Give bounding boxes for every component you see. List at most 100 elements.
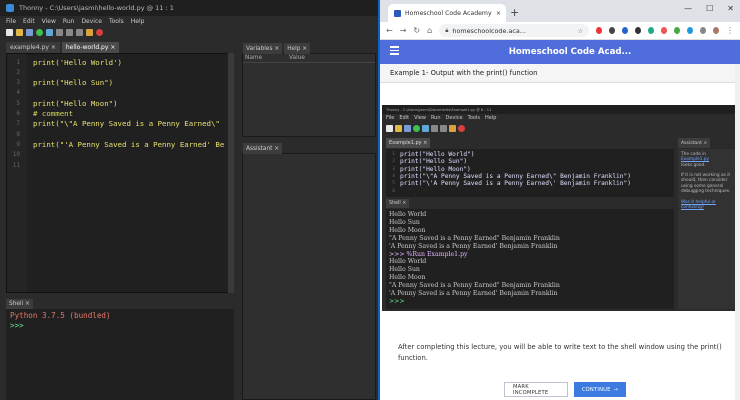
code-editor[interactable]: 1 print('Hello World') 2 3 print("Hello Sun"…	[6, 53, 234, 293]
line-number: 1	[16, 58, 20, 66]
open-file-icon[interactable]	[16, 29, 23, 36]
editor-scrollbar[interactable]	[228, 53, 234, 293]
extension-icon[interactable]	[622, 27, 629, 34]
embedded-shell: Hello World Hello Sun Hello Moon "A Penny S…	[386, 209, 674, 309]
home-icon[interactable]: ⌂	[427, 26, 432, 35]
embedded-editor: 1 print("Hello World") 2 print("Hello Sun")…	[386, 149, 674, 197]
mark-incomplete-button[interactable]: MARK INCOMPLETE	[504, 382, 568, 397]
shell-console[interactable]: Python 3.7.5 (bundled) >>>	[6, 309, 234, 400]
back-icon[interactable]: ←	[386, 26, 393, 35]
line-number: 7	[16, 120, 20, 128]
page-scrollbar[interactable]	[735, 64, 740, 400]
maximize-icon[interactable]: ☐	[706, 4, 713, 13]
line-number: 3	[392, 166, 395, 172]
editor-tabs: example4.py × hello-world.py ×	[6, 42, 120, 53]
menu-item-view[interactable]: View	[42, 18, 56, 25]
avatar[interactable]	[713, 27, 720, 34]
tab-hello-world[interactable]: hello-world.py ×	[61, 42, 120, 53]
site-title: Homeschool Code Acad...	[508, 47, 632, 57]
minimize-icon[interactable]: —	[684, 4, 692, 13]
embedded-assistant-panel: The code in Example1.py looks good. If it …	[678, 149, 736, 309]
continue-button[interactable]: CONTINUE →	[574, 382, 626, 397]
embedded-shell-line: Hello Sun	[389, 218, 420, 226]
extension-icon[interactable]	[674, 27, 681, 34]
menu-item-edit[interactable]: Edit	[23, 18, 35, 25]
continue-label: CONTINUE	[581, 386, 611, 393]
line-number: 4	[16, 89, 20, 97]
tab-assistant[interactable]: Assistant ×	[243, 143, 283, 154]
embedded-menu-item: Run	[430, 115, 441, 121]
close-tab-icon[interactable]: ×	[496, 10, 501, 17]
save-icon[interactable]	[26, 29, 33, 36]
thonny-window: Thonny - C:\Users\jasmi\hello-world.py @…	[0, 0, 378, 400]
code-text: print("\"A Penny Saved is a Penny Earned…	[33, 119, 220, 129]
browser-tab[interactable]: Homeschool Code Academy ×	[388, 4, 506, 22]
menu-item-run[interactable]: Run	[63, 18, 75, 25]
save-icon	[404, 124, 411, 132]
step-over-icon[interactable]	[56, 29, 63, 36]
line-number: 2	[16, 68, 20, 76]
run-icon	[413, 124, 420, 132]
embedded-shell-line: >>>	[389, 297, 405, 305]
line-number: 1	[392, 152, 395, 157]
line-number: 5	[392, 181, 395, 187]
close-window-icon[interactable]: ✕	[727, 4, 734, 13]
lock-icon: 🔒︎	[445, 26, 449, 34]
extension-icon[interactable]	[609, 27, 616, 34]
embedded-shell-line: 'A Penny Saved is a Penny Earned' Benjam…	[389, 242, 558, 250]
embedded-assistant-tab: Assistant ×	[678, 138, 711, 148]
extension-icon[interactable]	[596, 27, 603, 34]
tab-example4[interactable]: example4.py ×	[6, 42, 60, 53]
embedded-shell-line: "A Penny Saved is a Penny Earned" Benjam…	[389, 282, 560, 290]
step-into-icon[interactable]	[66, 29, 73, 36]
debug-icon[interactable]	[46, 29, 53, 36]
stop-icon[interactable]	[96, 29, 103, 36]
reload-icon[interactable]: ↻	[413, 26, 420, 35]
code-text: # comment	[33, 109, 74, 118]
assistant-tabs: Assistant ×	[243, 143, 283, 154]
extensions-puzzle-icon[interactable]	[700, 27, 707, 34]
forward-icon[interactable]: →	[400, 26, 407, 35]
code-text: print("Hello Sun")	[33, 78, 114, 88]
thonny-window-title: Thonny - C:\Users\jasmi\hello-world.py @…	[19, 4, 174, 12]
shell-line: Python 3.7.5 (bundled)	[10, 311, 111, 320]
embedded-shell-tab: Shell ×	[386, 199, 410, 208]
window-controls: — ☐ ✕	[684, 4, 734, 13]
menu-item-device[interactable]: Device	[81, 18, 102, 25]
extension-icon[interactable]	[648, 27, 655, 34]
url-bar[interactable]: 🔒︎ homeschoolcode.aca... ☆	[439, 24, 590, 37]
code-text: print("Hello Sun")	[400, 158, 468, 166]
assistant-panel: Assistant ×	[242, 143, 376, 400]
new-file-icon	[386, 124, 393, 132]
screen: Thonny - C:\Users\jasmi\hello-world.py @…	[0, 0, 740, 400]
line-number: 3	[16, 79, 20, 87]
embedded-title: Thonny - C:\Users\jasmi\Documents\Exampl…	[382, 105, 740, 114]
embedded-toolbar	[382, 122, 740, 134]
tab-help[interactable]: Help ×	[284, 43, 311, 54]
tab-shell[interactable]: Shell ×	[6, 299, 33, 309]
line-number: 2	[392, 159, 395, 165]
new-tab-icon[interactable]: +	[510, 6, 519, 19]
bookmark-star-icon[interactable]: ☆	[577, 27, 583, 35]
variables-help-tabs: Variables × Help ×	[243, 43, 311, 54]
new-file-icon[interactable]	[6, 29, 13, 36]
step-out-icon[interactable]	[76, 29, 83, 36]
extension-icon[interactable]	[661, 27, 668, 34]
run-icon[interactable]	[36, 29, 43, 36]
resume-icon[interactable]	[86, 29, 93, 36]
kebab-menu-icon[interactable]: ⋮	[726, 26, 734, 35]
code-text: print("Hello Moon")	[400, 165, 471, 173]
code-line: 11	[7, 160, 233, 170]
code-text: print("\"A Penny Saved is a Penny Earned…	[400, 172, 631, 180]
embedded-shell-line: Hello World	[389, 258, 427, 266]
embedded-shell-line: Hello Sun	[389, 266, 420, 274]
tab-variables[interactable]: Variables ×	[243, 43, 283, 54]
extension-icon[interactable]	[687, 27, 694, 34]
menu-item-tools[interactable]: Tools	[109, 18, 124, 25]
menu-item-help[interactable]: Help	[131, 18, 145, 25]
embedded-tab: Example1.py ×	[386, 138, 431, 148]
menu-item-file[interactable]: File	[6, 18, 16, 25]
line-number: 10	[12, 151, 20, 159]
extension-icon[interactable]	[635, 27, 642, 34]
embedded-menu-item: View	[414, 115, 426, 121]
